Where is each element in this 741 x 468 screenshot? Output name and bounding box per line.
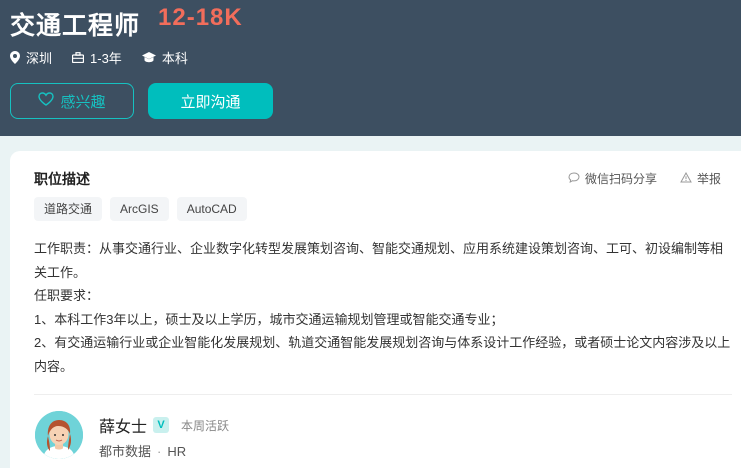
section-title: 职位描述 <box>34 171 90 187</box>
skill-tag: AutoCAD <box>176 197 247 221</box>
wechat-share-link[interactable]: 微信扫码分享 <box>568 170 657 187</box>
degree-item: 本科 <box>141 48 188 67</box>
experience-item: 1-3年 <box>72 48 122 67</box>
recruiter-info: 都市数据 · HR <box>99 441 186 460</box>
briefcase-icon <box>72 52 85 63</box>
report-link[interactable]: 举报 <box>680 170 721 187</box>
job-description: 工作职责：从事交通行业、企业数字化转型发展策划咨询、智能交通规划、应用系统建设策… <box>34 237 734 378</box>
skill-tag: 道路交通 <box>34 197 103 221</box>
description-line: 1、本科工作3年以上，硕士及以上学历，城市交通运输规划管理或智能交通专业； <box>34 311 504 327</box>
job-title: 交通工程师 <box>10 12 141 40</box>
interest-button[interactable]: 感兴趣 <box>10 83 134 119</box>
location-item: 深圳 <box>10 48 52 67</box>
description-line: 工作职责：从事交通行业、企业数字化转型发展策划咨询、智能交通规划、应用系统建设策… <box>34 241 724 280</box>
recruiter-name-row: 薛女士 V 本周活跃 <box>99 413 229 437</box>
active-status: 本周活跃 <box>181 418 230 433</box>
description-line: 2、有交通运输行业或企业智能化发展规划、轨道交通智能发展规划咨询与体系设计工作经… <box>34 335 731 374</box>
location-text: 深圳 <box>26 51 53 66</box>
skill-tags: 道路交通 ArcGIS AutoCAD <box>34 197 247 221</box>
job-meta: 深圳 1-3年 本科 <box>10 48 188 67</box>
experience-text: 1-3年 <box>90 51 122 66</box>
interest-label: 感兴趣 <box>60 93 106 111</box>
chat-now-button[interactable]: 立即沟通 <box>148 83 273 119</box>
recruiter-name: 薛女士 <box>99 419 148 436</box>
warning-triangle-icon <box>680 171 692 186</box>
recruiter-company: 都市数据 <box>99 444 152 459</box>
graduation-cap-icon <box>141 52 156 63</box>
divider <box>34 394 732 395</box>
recruiter-role: HR <box>167 444 187 459</box>
salary: 12-18K <box>158 4 243 31</box>
report-label: 举报 <box>697 172 722 186</box>
location-pin-icon <box>10 51 20 64</box>
separator: · <box>157 444 162 459</box>
avatar[interactable] <box>35 411 83 459</box>
job-header: 交通工程师 12-18K 深圳 1-3年 本科 感兴趣 立即沟通 <box>0 0 741 136</box>
heart-icon <box>38 92 55 110</box>
description-line: 任职要求： <box>34 288 100 303</box>
job-detail-card: 职位描述 微信扫码分享 举报 道路交通 ArcGIS AutoCAD 工作职责：… <box>10 151 741 468</box>
chat-bubble-icon <box>568 171 580 186</box>
degree-text: 本科 <box>161 51 188 66</box>
share-label: 微信扫码分享 <box>585 172 658 186</box>
skill-tag: ArcGIS <box>110 197 169 221</box>
verified-badge-icon: V <box>153 417 170 433</box>
